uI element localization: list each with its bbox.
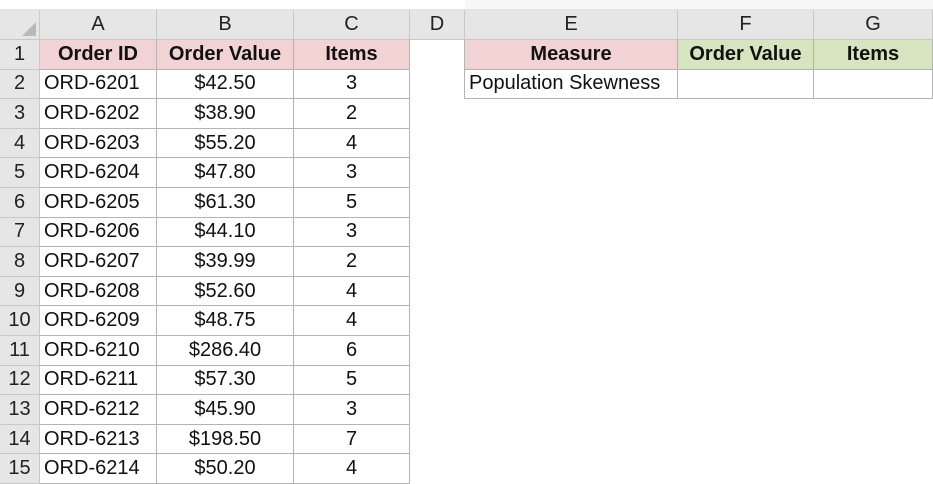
cell-order-id[interactable]: ORD-6211 <box>40 365 157 396</box>
summary-header-items[interactable]: Items <box>814 40 933 70</box>
row-header-5[interactable]: 5 <box>0 158 40 188</box>
cell-order-value[interactable]: $48.75 <box>157 306 294 336</box>
cell-order-id[interactable]: ORD-6209 <box>40 306 157 336</box>
column-header-c[interactable]: C <box>294 10 410 40</box>
cell-order-id[interactable]: ORD-6210 <box>40 336 157 366</box>
cell-items[interactable]: 4 <box>294 454 410 484</box>
column-headers: A B C D E F G <box>0 10 933 40</box>
cell-order-value[interactable]: $198.50 <box>157 424 294 455</box>
summary-cell-measure[interactable]: Population Skewness <box>465 69 678 100</box>
cell-order-id[interactable]: ORD-6212 <box>40 395 157 425</box>
cell-order-id[interactable]: ORD-6214 <box>40 454 157 484</box>
row-header-2[interactable]: 2 <box>0 69 40 100</box>
column-header-f[interactable]: F <box>678 10 814 40</box>
summary-header-order-value[interactable]: Order Value <box>678 40 814 70</box>
summary-cell-order-value[interactable] <box>678 69 814 100</box>
row-header-4[interactable]: 4 <box>0 128 40 159</box>
formula-bar-strip <box>0 0 933 10</box>
row-header-14[interactable]: 14 <box>0 424 40 455</box>
cell-order-value[interactable]: $286.40 <box>157 336 294 366</box>
cell-items[interactable]: 2 <box>294 99 410 129</box>
cell-order-id[interactable]: ORD-6208 <box>40 276 157 307</box>
cell-order-value[interactable]: $50.20 <box>157 454 294 484</box>
cell-order-value[interactable]: $42.50 <box>157 69 294 100</box>
cell-order-id[interactable]: ORD-6204 <box>40 158 157 188</box>
cell-items[interactable]: 3 <box>294 217 410 248</box>
cell-items[interactable]: 3 <box>294 395 410 425</box>
cell-order-value[interactable]: $38.90 <box>157 99 294 129</box>
row-header-7[interactable]: 7 <box>0 217 40 248</box>
cell-items[interactable]: 5 <box>294 365 410 396</box>
row-header-12[interactable]: 12 <box>0 365 40 396</box>
cell-order-value[interactable]: $44.10 <box>157 217 294 248</box>
row-header-1[interactable]: 1 <box>0 40 40 70</box>
row-header-13[interactable]: 13 <box>0 395 40 425</box>
cell-order-id[interactable]: ORD-6205 <box>40 188 157 218</box>
row-header-9[interactable]: 9 <box>0 276 40 307</box>
summary-left-border <box>464 40 465 100</box>
select-all-icon <box>22 22 36 36</box>
cell-order-value[interactable]: $55.20 <box>157 128 294 159</box>
header-items[interactable]: Items <box>294 40 410 70</box>
cell-order-value[interactable]: $57.30 <box>157 365 294 396</box>
row-header-10[interactable]: 10 <box>0 306 40 336</box>
cell-items[interactable]: 6 <box>294 336 410 366</box>
column-header-e[interactable]: E <box>465 10 678 40</box>
cell-order-value[interactable]: $45.90 <box>157 395 294 425</box>
cell-items[interactable]: 5 <box>294 188 410 218</box>
cell-items[interactable]: 3 <box>294 69 410 100</box>
cell-items[interactable]: 7 <box>294 424 410 455</box>
cell-items[interactable]: 3 <box>294 158 410 188</box>
cell-items[interactable]: 4 <box>294 128 410 159</box>
cell-order-id[interactable]: ORD-6206 <box>40 217 157 248</box>
cell-order-id[interactable]: ORD-6202 <box>40 99 157 129</box>
cell-order-value[interactable]: $52.60 <box>157 276 294 307</box>
cell-order-id[interactable]: ORD-6213 <box>40 424 157 455</box>
row-header-15[interactable]: 15 <box>0 454 40 484</box>
header-order-value[interactable]: Order Value <box>157 40 294 70</box>
row-header-3[interactable]: 3 <box>0 99 40 129</box>
cell-order-id[interactable]: ORD-6203 <box>40 128 157 159</box>
cell-order-value[interactable]: $61.30 <box>157 188 294 218</box>
column-header-d[interactable]: D <box>410 10 465 40</box>
cell-order-id[interactable]: ORD-6207 <box>40 247 157 277</box>
column-header-b[interactable]: B <box>157 10 294 40</box>
row-header-8[interactable]: 8 <box>0 247 40 277</box>
row-header-6[interactable]: 6 <box>0 188 40 218</box>
column-header-g[interactable]: G <box>814 10 933 40</box>
cell-items[interactable]: 2 <box>294 247 410 277</box>
cell-order-id[interactable]: ORD-6201 <box>40 69 157 100</box>
select-all-button[interactable] <box>0 10 40 40</box>
cell-order-value[interactable]: $47.80 <box>157 158 294 188</box>
cell-order-value[interactable]: $39.99 <box>157 247 294 277</box>
header-order-id[interactable]: Order ID <box>40 40 157 70</box>
column-header-a[interactable]: A <box>40 10 157 40</box>
spreadsheet[interactable]: A B C D E F G 1 2 3 4 5 6 7 8 9 10 11 12 13 14 15 Orde… <box>0 0 933 484</box>
summary-cell-items[interactable] <box>814 69 933 100</box>
summary-header-measure[interactable]: Measure <box>465 40 678 70</box>
row-header-11[interactable]: 11 <box>0 336 40 366</box>
cell-items[interactable]: 4 <box>294 306 410 336</box>
cell-items[interactable]: 4 <box>294 276 410 307</box>
